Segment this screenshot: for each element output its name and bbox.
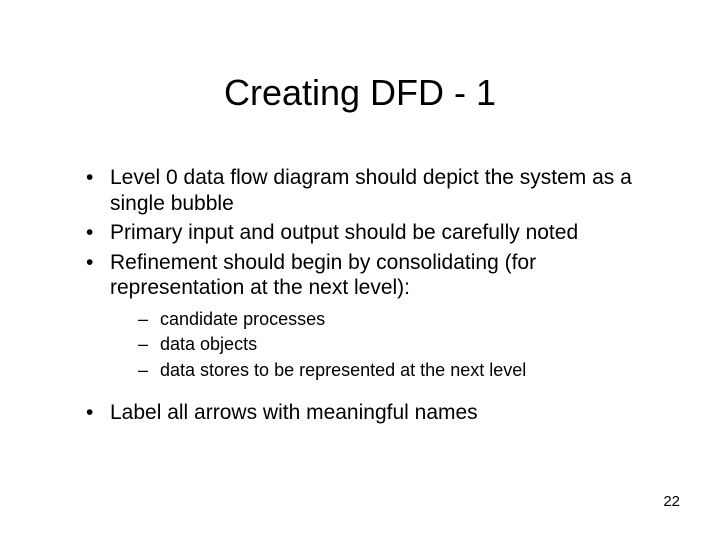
bullet-item: Label all arrows with meaningful names — [84, 400, 650, 426]
sub-bullet-item: candidate processes — [138, 307, 650, 331]
sub-bullet-list: candidate processes data objects data st… — [110, 307, 650, 382]
bullet-item: Level 0 data flow diagram should depict … — [84, 165, 650, 216]
bullet-list: Label all arrows with meaningful names — [84, 400, 650, 426]
page-number: 22 — [663, 493, 680, 510]
spacer — [84, 386, 650, 400]
bullet-item: Primary input and output should be caref… — [84, 220, 650, 246]
bullet-list: Level 0 data flow diagram should depict … — [84, 165, 650, 382]
slide-title: Creating DFD - 1 — [0, 72, 720, 114]
bullet-text: Refinement should begin by consolidating… — [110, 251, 536, 300]
sub-bullet-item: data stores to be represented at the nex… — [138, 358, 650, 382]
slide-body: Level 0 data flow diagram should depict … — [84, 165, 650, 430]
sub-bullet-item: data objects — [138, 332, 650, 356]
bullet-item: Refinement should begin by consolidating… — [84, 250, 650, 382]
slide: Creating DFD - 1 Level 0 data flow diagr… — [0, 0, 720, 540]
